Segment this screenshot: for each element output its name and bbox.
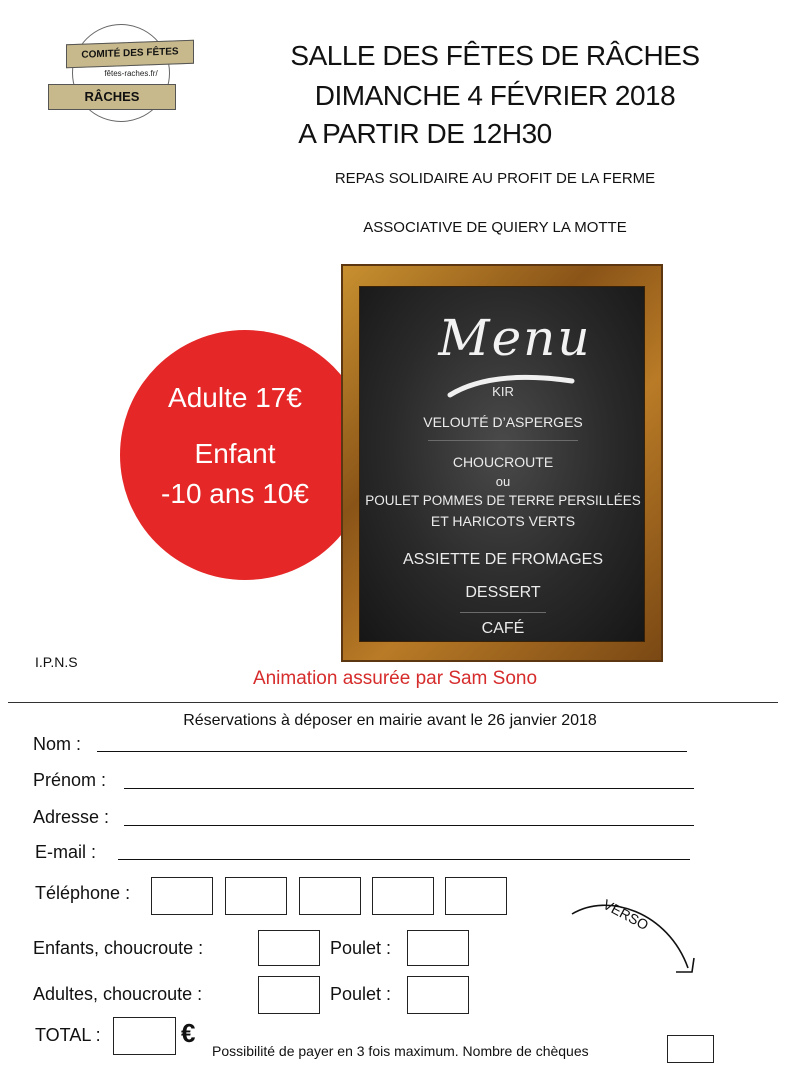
ipns-label: I.P.N.S	[35, 654, 78, 670]
price-child-label: Enfant	[194, 438, 276, 469]
cheques-box[interactable]	[667, 1035, 714, 1063]
menu-item-poulet: POULET POMMES DE TERRE PERSILLÉES	[365, 493, 641, 508]
menu-title: Menu	[438, 309, 592, 367]
event-purpose: REPAS SOLIDAIRE AU PROFIT DE LA FERME	[334, 170, 656, 187]
menu-item-kir: KIR	[492, 384, 514, 399]
nom-field[interactable]	[97, 751, 687, 752]
event-date: DIMANCHE 4 FÉVRIER 2018	[314, 80, 676, 111]
adultes-poulet-box[interactable]	[407, 976, 469, 1014]
telephone-box[interactable]	[445, 877, 507, 915]
menu-frame: Menu KIR VELOUTÉ D’ASPERGES CHOUCROUTE o…	[341, 264, 663, 662]
event-venue: SALLE DES FÊTES DE RÂCHES	[290, 40, 700, 71]
menu-item-veloute: VELOUTÉ D’ASPERGES	[423, 414, 583, 430]
enfants-choucroute-box[interactable]	[258, 930, 320, 966]
menu-board: Menu KIR VELOUTÉ D’ASPERGES CHOUCROUTE o…	[359, 286, 645, 642]
animation-note: Animation assurée par Sam Sono	[252, 668, 538, 689]
menu-separator	[460, 612, 546, 613]
menu-item-cafe: CAFÉ	[481, 620, 525, 637]
logo-bottom-band: RÂCHES	[48, 84, 176, 110]
prenom-field[interactable]	[124, 788, 694, 789]
email-label: E-mail :	[35, 842, 97, 862]
menu-item-fromages: ASSIETTE DE FROMAGES	[402, 551, 604, 568]
prenom-label: Prénom :	[33, 770, 107, 790]
telephone-box[interactable]	[225, 877, 287, 915]
event-beneficiary: ASSOCIATIVE DE QUIERY LA MOTTE	[363, 219, 627, 236]
logo-top-band: COMITÉ DES FÊTES	[66, 39, 194, 69]
enfants-choucroute-label: Enfants, choucroute :	[33, 938, 204, 958]
menu-item-or: ou	[495, 474, 511, 489]
total-label: TOTAL :	[35, 1025, 101, 1045]
price-circle: Adulte 17€ Enfant -10 ans 10€	[120, 330, 370, 580]
comite-logo: COMITÉ DES FÊTES fêtes-raches.fr/ RÂCHES	[48, 20, 198, 130]
curved-arrow-icon	[571, 904, 695, 973]
enfants-poulet-label: Poulet :	[330, 938, 392, 958]
nom-label: Nom :	[33, 734, 82, 754]
total-box[interactable]	[113, 1017, 176, 1055]
telephone-label: Téléphone :	[35, 883, 131, 903]
adultes-poulet-label: Poulet :	[330, 984, 392, 1004]
enfants-poulet-box[interactable]	[407, 930, 469, 966]
adultes-choucroute-box[interactable]	[258, 976, 320, 1014]
adresse-label: Adresse :	[33, 807, 110, 827]
menu-item-haricots: ET HARICOTS VERTS	[430, 513, 576, 529]
price-child: -10 ans 10€	[161, 478, 309, 509]
adultes-choucroute-label: Adultes, choucroute :	[33, 984, 203, 1004]
telephone-box[interactable]	[151, 877, 213, 915]
price-adult: Adulte 17€	[168, 382, 302, 413]
menu-item-dessert: DESSERT	[465, 584, 541, 601]
event-time: A PARTIR DE 12H30	[298, 118, 552, 149]
menu-item-choucroute: CHOUCROUTE	[452, 454, 554, 470]
adresse-field[interactable]	[124, 825, 694, 826]
cut-line	[8, 702, 778, 703]
telephone-box[interactable]	[299, 877, 361, 915]
cheques-note: Possibilité de payer en 3 fois maximum. …	[212, 1043, 589, 1059]
telephone-box[interactable]	[372, 877, 434, 915]
euro-symbol: €	[181, 1018, 196, 1048]
verso-indicator: VERSO	[568, 882, 698, 982]
menu-separator	[428, 440, 578, 441]
reservation-note: Réservations à déposer en mairie avant l…	[183, 712, 597, 729]
email-field[interactable]	[118, 859, 690, 860]
logo-url: fêtes-raches.fr/	[104, 69, 158, 78]
